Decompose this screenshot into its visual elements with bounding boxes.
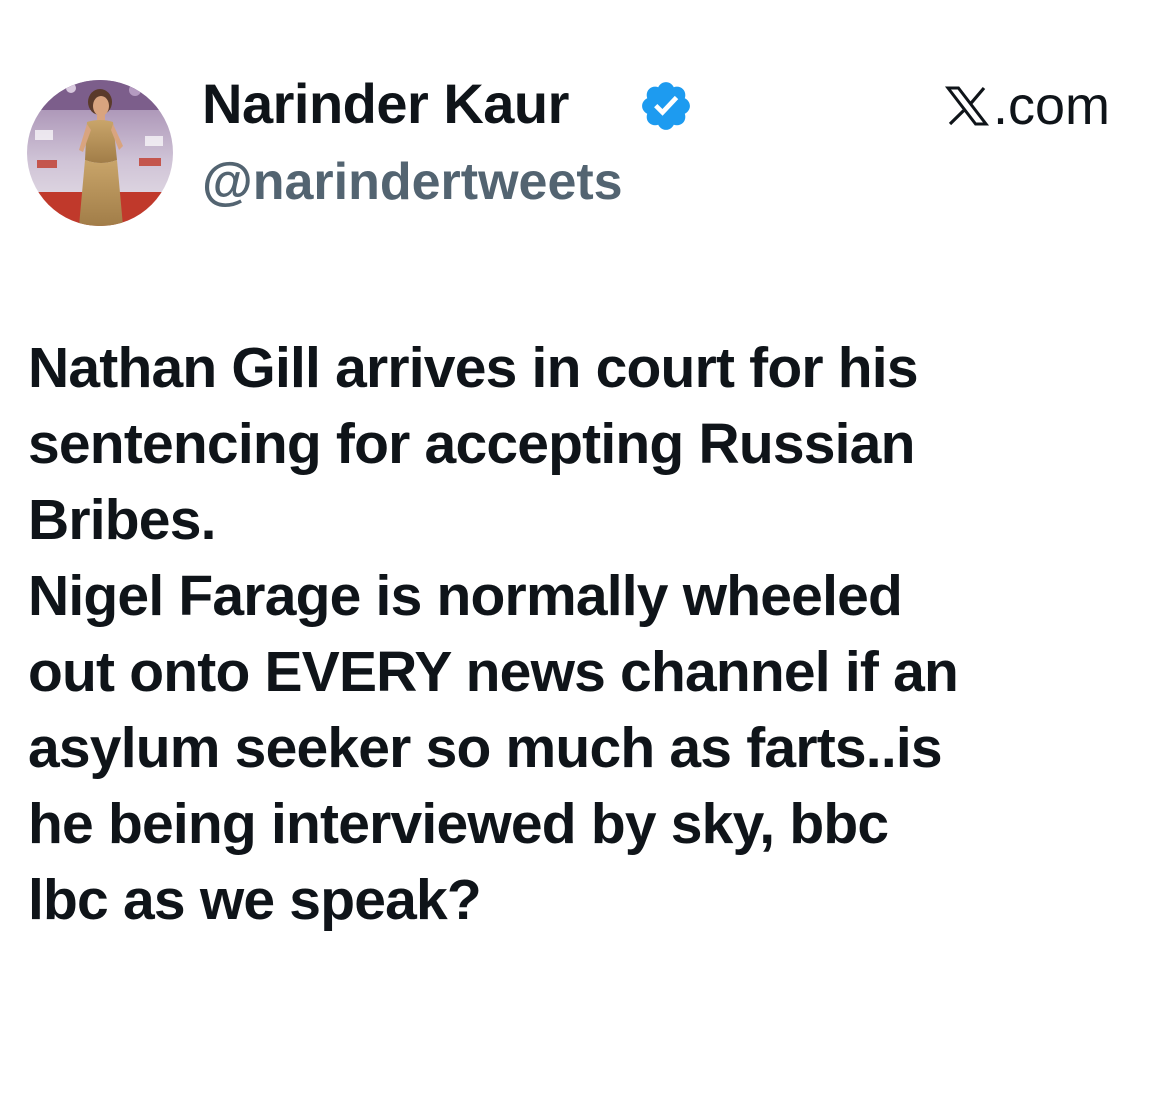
author-display-name[interactable]: Narinder Kaur	[202, 72, 569, 136]
tweet-text-line: Nigel Farage is normally wheeled	[28, 564, 903, 628]
tweet-text: Nathan Gill arrives in court for his sen…	[28, 330, 1148, 938]
tweet-text-line: out onto EVERY news channel if an	[28, 640, 959, 704]
x-logo-icon	[944, 86, 990, 126]
author-handle[interactable]: @narindertweets	[202, 150, 623, 214]
avatar-photo	[27, 80, 173, 226]
verified-badge-icon	[642, 82, 690, 130]
tweet-text-line: asylum seeker so much as farts..is	[28, 716, 943, 780]
tweet-text-line: Nathan Gill arrives in court for his	[28, 336, 919, 400]
tweet-text-line: lbc as we speak?	[28, 868, 482, 932]
tweet-text-line: he being interviewed by sky, bbc	[28, 792, 889, 856]
tweet-text-line: sentencing for accepting Russian	[28, 412, 915, 476]
avatar[interactable]	[27, 80, 173, 226]
tweet-text-line: Bribes.	[28, 488, 216, 552]
site-domain-text: .com	[992, 76, 1110, 136]
site-label: .com	[943, 76, 1110, 136]
